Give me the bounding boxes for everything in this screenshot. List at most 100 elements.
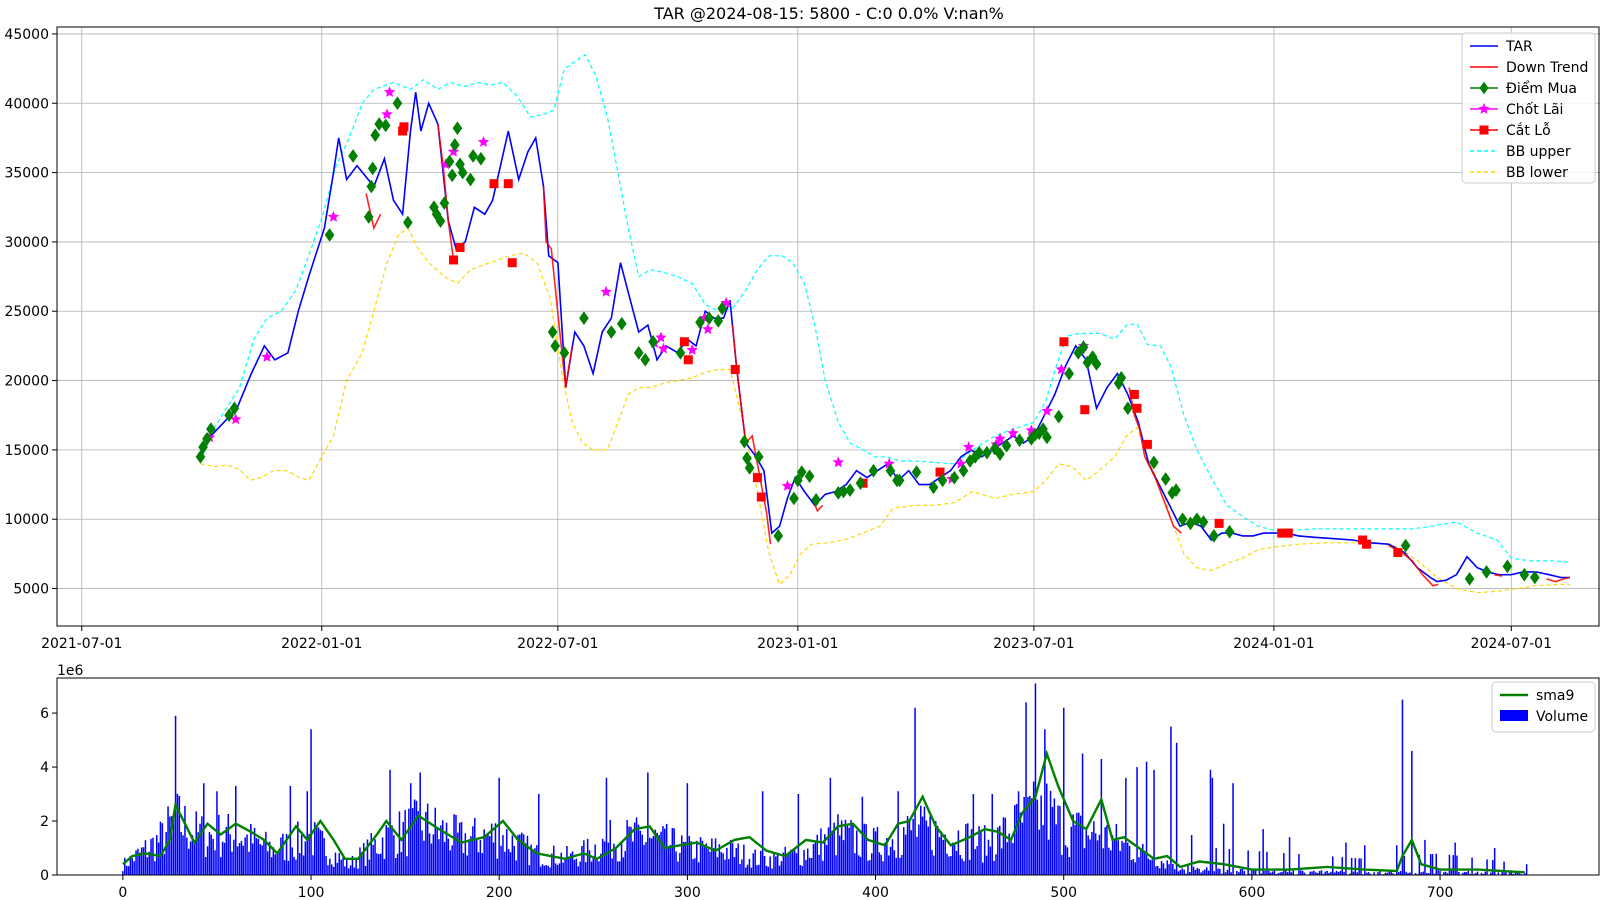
volume-bar <box>756 865 758 875</box>
volume-bar <box>588 850 591 875</box>
volume-bar <box>1228 849 1231 875</box>
legend-label: sma9 <box>1536 688 1574 704</box>
volume-bar <box>805 859 807 875</box>
volume-bar <box>1326 870 1328 875</box>
volume-bar <box>280 837 282 875</box>
volume-bar <box>940 831 943 875</box>
volume-bar <box>470 836 472 875</box>
volume-bar <box>395 858 397 875</box>
volume-bar <box>521 832 523 875</box>
volume-bar <box>1119 850 1121 875</box>
volume-bar <box>210 834 213 875</box>
volume-bar <box>692 859 694 875</box>
volume-bar <box>1132 859 1135 875</box>
volume-bar <box>731 842 734 875</box>
volume-bar <box>925 820 928 875</box>
volume-bar <box>895 857 898 875</box>
volume-x-tick-label: 100 <box>298 885 325 900</box>
volume-bar <box>1096 840 1099 875</box>
y-tick-label: 5000 <box>13 582 49 598</box>
volume-bar <box>938 837 941 875</box>
volume-bar <box>545 865 548 875</box>
volume-bar <box>867 860 869 875</box>
volume-bar <box>315 825 318 875</box>
volume-bar <box>1055 824 1057 875</box>
legend-label: BB upper <box>1506 144 1571 160</box>
volume-bar <box>1450 870 1453 875</box>
volume-bar <box>195 811 198 875</box>
volume-bar <box>1232 783 1234 875</box>
volume-bar <box>918 824 920 875</box>
volume-bar <box>1049 790 1052 875</box>
volume-bar <box>865 824 867 875</box>
volume-bar <box>872 827 875 875</box>
volume-bar <box>430 843 433 875</box>
volume-bar <box>368 859 371 875</box>
volume-bar <box>632 841 634 875</box>
volume-bar <box>1266 851 1268 875</box>
volume-bar <box>124 857 126 875</box>
volume-bar <box>786 855 788 875</box>
volume-bar <box>338 853 341 875</box>
volume-bar <box>688 835 691 875</box>
volume-bar <box>498 777 500 875</box>
stop-loss-marker <box>1059 337 1069 347</box>
volume-bar <box>1145 761 1148 875</box>
volume-bar <box>758 864 760 875</box>
volume-bar <box>801 865 803 875</box>
volume-bar <box>278 851 280 875</box>
volume-bar <box>1002 817 1005 875</box>
volume-bar <box>980 831 982 875</box>
volume-bar <box>697 862 700 875</box>
volume-bar <box>274 854 277 875</box>
volume-bar <box>363 843 365 875</box>
volume-bar <box>398 811 401 875</box>
volume-bar <box>959 855 962 875</box>
volume-bar <box>906 816 909 875</box>
volume-bar <box>822 860 824 875</box>
volume-bar <box>950 856 952 875</box>
volume-bar <box>184 805 186 875</box>
volume-bar <box>1078 812 1080 875</box>
volume-bar <box>722 853 724 875</box>
volume-bar <box>682 842 685 875</box>
volume-bar <box>411 808 414 875</box>
x-tick-label: 2024-07-01 <box>1471 636 1552 652</box>
volume-bar <box>436 827 438 875</box>
volume-bar <box>989 846 992 875</box>
volume-bar <box>1083 848 1086 875</box>
volume-bar <box>1172 863 1174 875</box>
volume-bar <box>344 866 346 875</box>
volume-bar <box>346 858 348 875</box>
volume-bar <box>686 783 689 875</box>
volume-bar <box>332 867 335 875</box>
volume-bar <box>1115 824 1118 875</box>
volume-bar <box>1085 829 1088 875</box>
x-tick-label: 2024-01-01 <box>1233 636 1314 652</box>
volume-bar <box>387 827 389 875</box>
volume-bar <box>724 859 726 875</box>
volume-bar <box>524 843 527 875</box>
legend-volume-swatch <box>1500 710 1528 721</box>
volume-bar <box>566 846 568 875</box>
stop-loss-marker <box>1080 405 1090 415</box>
volume-bar <box>169 816 171 875</box>
volume-bar <box>1292 870 1295 875</box>
volume-bar <box>140 847 143 875</box>
volume-bar <box>327 865 329 875</box>
volume-bar <box>1032 781 1035 875</box>
volume-bar <box>1158 868 1161 875</box>
volume-x-tick-label: 0 <box>118 885 127 900</box>
volume-bar <box>586 838 589 875</box>
volume-bar <box>1192 866 1195 875</box>
volume-bar <box>1164 868 1167 875</box>
volume-bar <box>1126 842 1129 875</box>
volume-bar <box>1046 783 1048 875</box>
volume-bar <box>839 835 841 875</box>
volume-bar <box>641 834 644 875</box>
volume-bar <box>878 852 881 875</box>
volume-bar <box>603 841 606 875</box>
chart-canvas: TAR @2024-08-15: 5800 - C:0 0.0% V:nan% … <box>0 0 1600 900</box>
volume-bar <box>647 772 649 875</box>
volume-bar <box>1047 839 1050 875</box>
